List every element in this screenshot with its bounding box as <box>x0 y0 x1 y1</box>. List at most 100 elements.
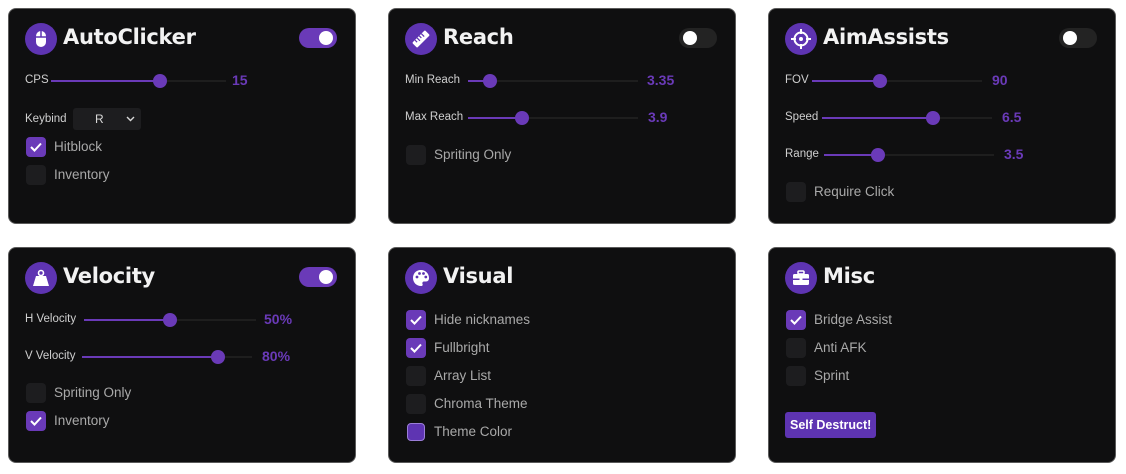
spriting-only-checkbox[interactable] <box>26 383 46 403</box>
slider-fill <box>82 356 218 358</box>
palette-icon <box>405 262 437 294</box>
autoclicker-panel: AutoClicker CPS 15 Keybind R Hitblock In… <box>8 8 356 224</box>
panel-title: AimAssists <box>823 25 949 49</box>
reach-toggle[interactable] <box>679 28 717 48</box>
ruler-icon <box>405 23 437 55</box>
range-slider[interactable] <box>824 148 994 162</box>
fullbright-checkbox[interactable] <box>406 338 426 358</box>
theme-color-swatch[interactable] <box>407 423 425 441</box>
check-icon <box>790 315 802 325</box>
anti-afk-label: Anti AFK <box>814 340 867 355</box>
hitblock-checkbox[interactable] <box>26 137 46 157</box>
bridge-assist-checkbox[interactable] <box>786 310 806 330</box>
h-velocity-value: 50% <box>264 311 293 327</box>
v-velocity-label: V Velocity <box>25 350 76 362</box>
sprint-checkbox[interactable] <box>786 366 806 386</box>
panel-title: AutoClicker <box>63 25 196 49</box>
inventory-checkbox[interactable] <box>26 165 46 185</box>
check-icon <box>410 315 422 325</box>
check-icon <box>30 416 42 426</box>
array-list-label: Array List <box>434 368 492 383</box>
chroma-theme-label: Chroma Theme <box>434 396 528 411</box>
cps-label: CPS <box>25 74 49 86</box>
v-velocity-value: 80% <box>262 348 291 364</box>
range-label: Range <box>785 148 819 160</box>
theme-color-label: Theme Color <box>434 424 513 439</box>
slider-fill <box>468 117 523 119</box>
sprint-label: Sprint <box>814 368 850 383</box>
spriting-only-label: Spriting Only <box>54 385 132 400</box>
cps-value: 15 <box>232 72 248 88</box>
slider-fill <box>51 80 160 82</box>
speed-slider[interactable] <box>822 111 992 125</box>
array-list-checkbox[interactable] <box>406 366 426 386</box>
mouse-icon <box>25 23 57 55</box>
bridge-assist-label: Bridge Assist <box>814 312 893 327</box>
max-reach-label: Max Reach <box>405 111 464 123</box>
slider-thumb[interactable] <box>515 111 530 125</box>
min-reach-label: Min Reach <box>405 74 460 86</box>
slider-thumb[interactable] <box>873 74 887 88</box>
check-icon <box>30 142 42 152</box>
toggle-knob <box>1063 31 1077 45</box>
max-reach-value: 3.9 <box>648 109 668 125</box>
toggle-knob <box>319 270 333 284</box>
weight-icon <box>25 262 57 294</box>
cps-slider[interactable] <box>51 74 226 88</box>
inventory-checkbox[interactable] <box>26 411 46 431</box>
hide-nicknames-checkbox[interactable] <box>406 310 426 330</box>
slider-thumb[interactable] <box>925 111 940 125</box>
slider-thumb[interactable] <box>483 74 498 88</box>
crosshair-icon <box>785 23 817 55</box>
max-reach-slider[interactable] <box>468 111 638 125</box>
reach-panel: Reach Min Reach 3.35 Max Reach 3.9 Sprit… <box>388 8 736 224</box>
check-icon <box>410 343 422 353</box>
panel-title: Reach <box>443 25 514 49</box>
slider-fill <box>812 80 880 82</box>
toggle-knob <box>319 31 333 45</box>
velocity-toggle[interactable] <box>299 267 337 287</box>
anti-afk-checkbox[interactable] <box>786 338 806 358</box>
v-velocity-slider[interactable] <box>82 350 252 364</box>
h-velocity-slider[interactable] <box>84 313 256 327</box>
aimassists-toggle[interactable] <box>1059 28 1097 48</box>
fov-value: 90 <box>992 72 1008 88</box>
panel-title: Velocity <box>63 264 155 288</box>
require-click-label: Require Click <box>814 184 895 199</box>
self-destruct-button[interactable]: Self Destruct! <box>785 412 877 438</box>
velocity-panel: Velocity H Velocity 50% V Velocity 80% S… <box>8 247 356 463</box>
hide-nicknames-label: Hide nicknames <box>434 312 531 327</box>
speed-value: 6.5 <box>1002 109 1022 125</box>
inventory-label: Inventory <box>54 167 110 182</box>
h-velocity-label: H Velocity <box>25 313 77 325</box>
slider-fill <box>822 117 933 119</box>
spriting-only-checkbox[interactable] <box>406 145 426 165</box>
inventory-label: Inventory <box>54 413 110 428</box>
chevron-down-icon <box>126 116 135 122</box>
min-reach-slider[interactable] <box>468 74 638 88</box>
slider-thumb[interactable] <box>871 148 886 162</box>
fov-label: FOV <box>785 74 809 86</box>
slider-thumb[interactable] <box>211 350 225 364</box>
keybind-select[interactable]: R <box>73 108 141 130</box>
slider-fill <box>824 154 879 156</box>
visual-panel: Visual Hide nicknames Fullbright Array L… <box>388 247 736 463</box>
misc-panel: Misc Bridge Assist Anti AFK Sprint Self … <box>768 247 1116 463</box>
slider-thumb[interactable] <box>152 74 167 88</box>
keybind-value: R <box>95 112 104 126</box>
speed-label: Speed <box>785 111 819 123</box>
range-value: 3.5 <box>1004 146 1024 162</box>
toolbox-icon <box>785 262 817 294</box>
autoclicker-toggle[interactable] <box>299 28 337 48</box>
toggle-knob <box>683 31 697 45</box>
aimassists-panel: AimAssists FOV 90 Speed 6.5 Range 3.5 Re… <box>768 8 1116 224</box>
spriting-only-label: Spriting Only <box>434 147 512 162</box>
fullbright-label: Fullbright <box>434 340 490 355</box>
fov-slider[interactable] <box>812 74 982 88</box>
require-click-checkbox[interactable] <box>786 182 806 202</box>
panel-title: Visual <box>443 264 514 288</box>
panel-title: Misc <box>823 264 875 288</box>
slider-thumb[interactable] <box>163 313 177 327</box>
slider-fill <box>84 319 170 321</box>
chroma-theme-checkbox[interactable] <box>406 394 426 414</box>
